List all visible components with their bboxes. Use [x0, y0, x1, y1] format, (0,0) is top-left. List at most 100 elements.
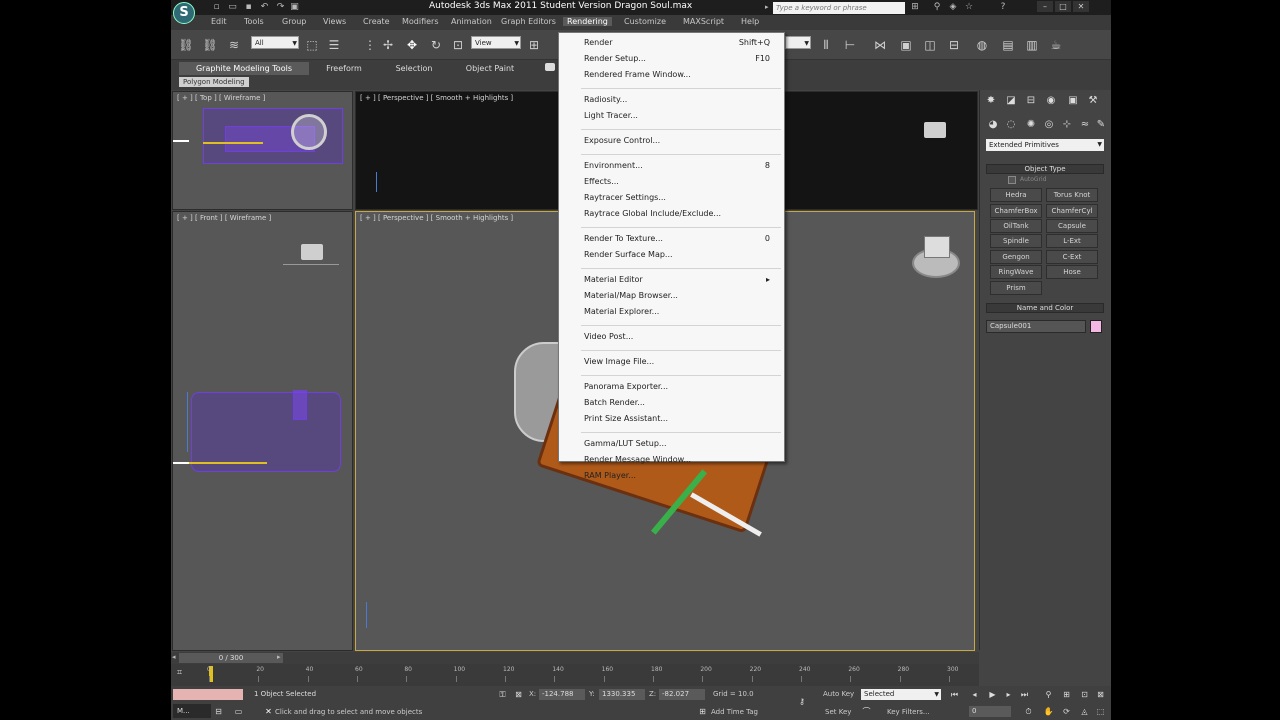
viewport-top[interactable]: [ + ] [ Top ] [ Wireframe ] [172, 91, 353, 210]
set-key-button[interactable]: Set Key [825, 708, 851, 716]
motion-tab-icon[interactable]: ◉ [1044, 94, 1058, 108]
viewport-front-label[interactable]: [ + ] [ Front ] [ Wireframe ] [177, 214, 271, 222]
current-frame-input[interactable]: 0 [969, 706, 1011, 717]
tab-graphite-modeling-tools[interactable]: Graphite Modeling Tools [179, 62, 309, 75]
render-production-icon[interactable]: ☕ [1047, 37, 1065, 53]
hose-button[interactable]: Hose [1046, 265, 1098, 279]
select-object-icon[interactable]: ⬚ [303, 37, 321, 53]
app-logo-icon[interactable]: S [173, 2, 195, 24]
zoom-extents-icon[interactable]: ⊡ [1079, 689, 1090, 700]
go-to-end-icon[interactable]: ⏭ [1019, 689, 1030, 700]
hedra-button[interactable]: Hedra [990, 188, 1042, 202]
zoom-all-icon[interactable]: ⊞ [1061, 689, 1072, 700]
menu-group[interactable]: Group [282, 17, 306, 26]
menu-views[interactable]: Views [323, 17, 346, 26]
mirror-icon[interactable]: ⫴ [817, 37, 835, 53]
key-filters-button[interactable]: Key Filters... [887, 708, 930, 716]
go-to-start-icon[interactable]: ⏮ [949, 689, 960, 700]
object-type-rollout[interactable]: Object Type [986, 164, 1104, 174]
geometry-icon[interactable]: ◕ [986, 118, 1000, 132]
menu-item-render-setup[interactable]: Render Setup... F10 [559, 52, 784, 65]
redo-icon[interactable]: ↷ [275, 2, 286, 13]
menu-modifiers[interactable]: Modifiers [402, 17, 439, 26]
taskbar-icon[interactable]: ⊟ [213, 706, 224, 717]
menu-help[interactable]: Help [741, 17, 759, 26]
lights-icon[interactable]: ✺ [1024, 118, 1038, 132]
graphite-toggle-icon[interactable]: ▣ [897, 37, 915, 53]
menu-customize[interactable]: Customize [624, 17, 666, 26]
viewport-perspective-small-label[interactable]: [ + ] [ Perspective ] [ Smooth + Highlig… [360, 94, 513, 102]
next-frame-icon[interactable]: ▸ [1003, 689, 1014, 700]
menu-item-exposure-control[interactable]: Exposure Control... [559, 134, 784, 147]
create-tab-icon[interactable]: ✸ [984, 94, 998, 108]
chamferbox-button[interactable]: ChamferBox [990, 204, 1042, 218]
viewport-front[interactable]: [ + ] [ Front ] [ Wireframe ] [172, 211, 353, 651]
menu-item-radiosity[interactable]: Radiosity... [559, 93, 784, 106]
binoculars-icon[interactable]: ⊞ [909, 1, 921, 13]
material-editor-icon[interactable]: ◍ [973, 37, 991, 53]
select-move-icon[interactable]: ✢ [379, 37, 397, 53]
close-button[interactable]: ✕ [1073, 1, 1089, 12]
bind-space-warp-icon[interactable]: ≋ [225, 37, 243, 53]
tab-selection[interactable]: Selection [383, 62, 445, 75]
save-icon[interactable]: ▪ [243, 2, 254, 13]
shapes-icon[interactable]: ◌ [1004, 118, 1018, 132]
viewcube-ring-icon[interactable] [291, 114, 327, 150]
search-input[interactable]: Type a keyword or phrase [773, 2, 905, 14]
pivot-center-icon[interactable]: ⊞ [525, 37, 543, 53]
menu-item-raytrace-global-include-exclude[interactable]: Raytrace Global Include/Exclude... [559, 207, 784, 220]
favorites-icon[interactable]: ☆ [963, 1, 975, 13]
menu-item-render[interactable]: Render Shift+Q [559, 36, 784, 49]
viewport-perspective-main-label[interactable]: [ + ] [ Perspective ] [ Smooth + Highlig… [360, 214, 513, 222]
oiltank-button[interactable]: OilTank [990, 219, 1042, 233]
key-mode-select[interactable]: Selected ▼ [861, 689, 941, 700]
menu-item-video-post[interactable]: Video Post... [559, 330, 784, 343]
capsule-button[interactable]: Capsule [1046, 219, 1098, 233]
render-setup-icon[interactable]: ▤ [999, 37, 1017, 53]
reference-coord-select[interactable]: View ▼ [471, 36, 521, 49]
rotate-icon[interactable]: ↻ [427, 37, 445, 53]
time-slider[interactable]: ◂ 0 / 300 ▸ [171, 652, 979, 664]
maximize-button[interactable]: □ [1055, 1, 1071, 12]
tab-object-paint[interactable]: Object Paint [457, 62, 523, 75]
x-coordinate-input[interactable]: -124.788 [539, 689, 585, 700]
unlink-icon[interactable]: ⛓ [201, 37, 219, 53]
curve-editor-icon[interactable]: ◫ [921, 37, 939, 53]
previous-frame-icon[interactable]: ◂ [969, 689, 980, 700]
object-name-input[interactable]: Capsule001 [986, 320, 1086, 333]
space-warps-icon[interactable]: ≈ [1078, 118, 1092, 132]
menu-graph-editors[interactable]: Graph Editors [501, 17, 556, 26]
menu-item-print-size-assistant[interactable]: Print Size Assistant... [559, 412, 784, 425]
menu-tools[interactable]: Tools [244, 17, 264, 26]
selection-filter-select[interactable]: All ▼ [251, 36, 299, 49]
time-config-icon[interactable]: ⏱ [1023, 706, 1034, 717]
script-icon[interactable]: ▭ [233, 706, 244, 717]
z-coordinate-input[interactable]: -82.027 [659, 689, 705, 700]
menu-item-render-message-window[interactable]: Render Message Window... [559, 453, 784, 466]
subscription-icon[interactable]: ◈ [947, 1, 959, 13]
key-tangent-icon[interactable]: ⌒ [861, 706, 872, 717]
frame-counter[interactable]: 0 / 300 [179, 653, 283, 663]
play-icon[interactable]: ▶ [987, 689, 998, 700]
menu-item-effects[interactable]: Effects... [559, 175, 784, 188]
maxscript-listener-field[interactable] [173, 689, 243, 700]
field-of-view-icon[interactable]: ◬ [1079, 706, 1090, 717]
menu-rendering[interactable]: Rendering [563, 17, 612, 26]
menu-item-light-tracer[interactable]: Light Tracer... [559, 109, 784, 122]
utilities-tab-icon[interactable]: ⚒ [1086, 94, 1100, 108]
project-folder-icon[interactable]: ▣ [289, 2, 300, 13]
c-ext-button[interactable]: C-Ext [1046, 250, 1098, 264]
menu-item-material-explorer[interactable]: Material Explorer... [559, 305, 784, 318]
prev-frame-icon[interactable]: ◂ [172, 653, 176, 661]
menu-item-material-map-browser[interactable]: Material/Map Browser... [559, 289, 784, 302]
menu-item-gamma-lut-setup[interactable]: Gamma/LUT Setup... [559, 437, 784, 450]
prism-button[interactable]: Prism [990, 281, 1042, 295]
zoom-extents-all-icon[interactable]: ⊠ [1095, 689, 1106, 700]
ringwave-button[interactable]: RingWave [990, 265, 1042, 279]
lock-selection-icon[interactable]: ⚿ [497, 689, 508, 700]
torus-knot-button[interactable]: Torus Knot [1046, 188, 1098, 202]
menu-item-ram-player[interactable]: RAM Player... [559, 469, 784, 482]
y-coordinate-input[interactable]: 1330.335 [599, 689, 645, 700]
key-icon[interactable]: ⚷ [793, 696, 811, 707]
help-icon[interactable]: ? [997, 1, 1009, 13]
